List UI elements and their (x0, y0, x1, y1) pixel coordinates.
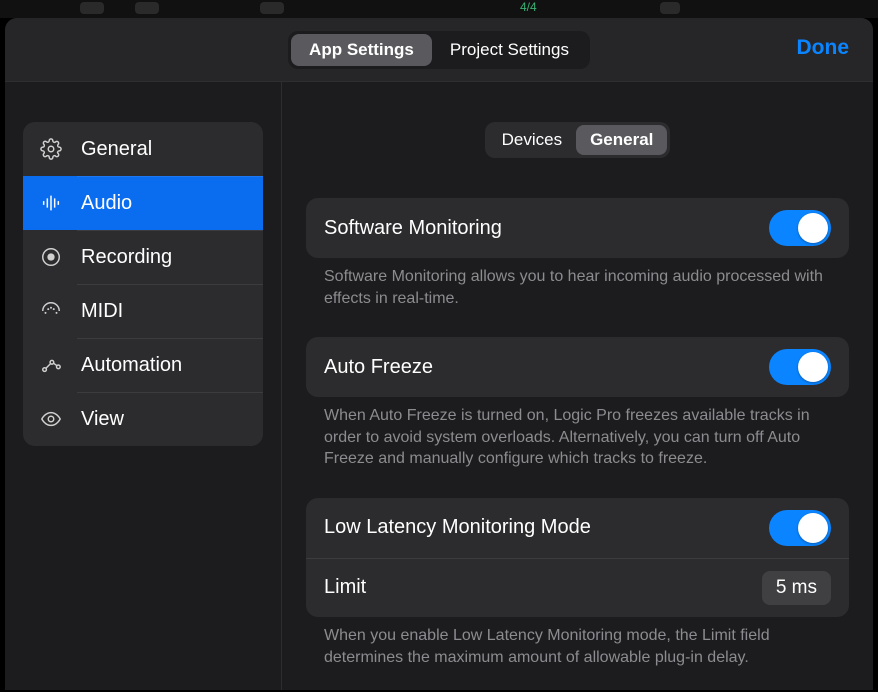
limit-row: Limit 5 ms (306, 558, 849, 617)
settings-content: Devices General Software Monitoring Soft… (282, 82, 873, 690)
setting-title: Auto Freeze (324, 356, 433, 379)
low-latency-group: Low Latency Monitoring Mode Limit 5 ms W… (306, 498, 849, 668)
audio-waveform-icon (39, 191, 63, 215)
record-icon (39, 245, 63, 269)
time-signature: 4/4 (520, 0, 537, 14)
settings-scope-segmented: App Settings Project Settings (288, 31, 590, 69)
sidebar-item-label: MIDI (81, 300, 123, 323)
done-button[interactable]: Done (797, 36, 850, 60)
tab-project-settings[interactable]: Project Settings (432, 34, 587, 66)
software-monitoring-row: Software Monitoring (306, 198, 849, 258)
auto-freeze-toggle[interactable] (769, 349, 831, 385)
subtab-devices[interactable]: Devices (488, 125, 576, 155)
low-latency-row: Low Latency Monitoring Mode (306, 498, 849, 558)
sidebar-item-view[interactable]: View (23, 392, 263, 446)
settings-modal: App Settings Project Settings Done Gener… (5, 18, 873, 690)
midi-icon (39, 299, 63, 323)
modal-header: App Settings Project Settings Done (5, 18, 873, 82)
low-latency-toggle[interactable] (769, 510, 831, 546)
eye-icon (39, 407, 63, 431)
settings-sidebar: General Audio Recording (5, 82, 282, 690)
setting-title: Software Monitoring (324, 217, 502, 240)
setting-description: When you enable Low Latency Monitoring m… (306, 617, 849, 668)
sidebar-item-label: Automation (81, 354, 182, 377)
sidebar-item-recording[interactable]: Recording (23, 230, 263, 284)
auto-freeze-row: Auto Freeze (306, 337, 849, 397)
sidebar-item-midi[interactable]: MIDI (23, 284, 263, 338)
setting-description: When Auto Freeze is turned on, Logic Pro… (306, 397, 849, 470)
sidebar-item-label: Audio (81, 192, 132, 215)
subtab-general[interactable]: General (576, 125, 667, 155)
window-backdrop: 4/4 (0, 0, 878, 18)
sidebar-item-automation[interactable]: Automation (23, 338, 263, 392)
sidebar-item-general[interactable]: General (23, 122, 263, 176)
setting-description: Software Monitoring allows you to hear i… (306, 258, 849, 309)
sidebar-item-label: General (81, 138, 152, 161)
sidebar-item-label: Recording (81, 246, 172, 269)
sidebar-item-audio[interactable]: Audio (23, 176, 263, 230)
sidebar-item-label: View (81, 408, 124, 431)
audio-subtab-segmented: Devices General (485, 122, 671, 158)
tab-app-settings[interactable]: App Settings (291, 34, 432, 66)
setting-title: Limit (324, 576, 366, 599)
limit-value-field[interactable]: 5 ms (762, 571, 831, 605)
auto-freeze-group: Auto Freeze When Auto Freeze is turned o… (306, 337, 849, 470)
software-monitoring-toggle[interactable] (769, 210, 831, 246)
automation-icon (39, 353, 63, 377)
software-monitoring-group: Software Monitoring Software Monitoring … (306, 198, 849, 309)
setting-title: Low Latency Monitoring Mode (324, 516, 591, 539)
gear-icon (39, 137, 63, 161)
